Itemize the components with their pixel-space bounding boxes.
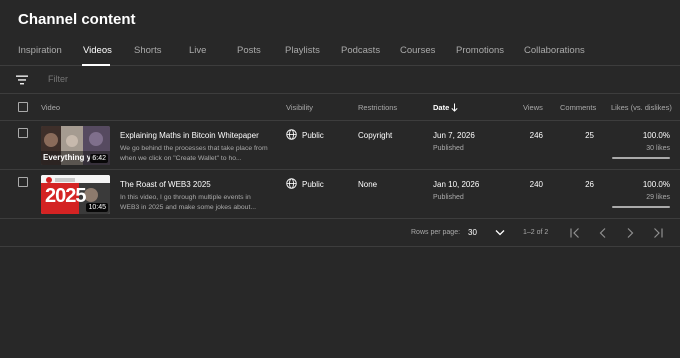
select-all-checkbox[interactable] bbox=[18, 102, 28, 112]
sort-arrow-down-icon[interactable] bbox=[451, 103, 458, 112]
column-comments[interactable]: Comments bbox=[560, 103, 596, 112]
column-views[interactable]: Views bbox=[523, 103, 543, 112]
restrictions-value[interactable]: Copyright bbox=[358, 131, 392, 140]
column-visibility[interactable]: Visibility bbox=[286, 103, 313, 112]
tab-shorts[interactable]: Shorts bbox=[134, 45, 161, 56]
globe-icon bbox=[286, 129, 297, 140]
comments-value: 26 bbox=[585, 180, 594, 189]
likes-percent: 100.0% bbox=[642, 131, 670, 140]
pagination: Rows per page: 30 1–2 of 2 bbox=[0, 219, 680, 247]
tab-inspiration[interactable]: Inspiration bbox=[18, 45, 62, 56]
status-value: Published bbox=[433, 145, 464, 152]
likes-count: 30 likes bbox=[646, 145, 670, 152]
filter-input[interactable] bbox=[48, 74, 248, 84]
thumbnail-caption: 2025 bbox=[45, 185, 86, 207]
page-range: 1–2 of 2 bbox=[523, 229, 549, 236]
rows-per-page-label: Rows per page: bbox=[411, 229, 461, 236]
restrictions-value: None bbox=[358, 180, 378, 189]
tab-live[interactable]: Live bbox=[189, 45, 206, 56]
date-value: Jun 7, 2026 bbox=[433, 131, 475, 140]
rows-per-page-value[interactable]: 30 bbox=[468, 228, 477, 237]
column-date[interactable]: Date bbox=[433, 103, 449, 112]
tab-collaborations[interactable]: Collaborations bbox=[524, 45, 585, 56]
likes-count: 29 likes bbox=[646, 194, 670, 201]
row-checkbox[interactable] bbox=[18, 128, 28, 138]
globe-icon bbox=[286, 178, 297, 189]
video-title[interactable]: Explaining Maths in Bitcoin Whitepaper bbox=[120, 131, 259, 140]
previous-page-icon[interactable] bbox=[596, 226, 610, 240]
video-title[interactable]: The Roast of WEB3 2025 bbox=[120, 180, 211, 189]
video-thumbnail[interactable]: 2025 10:45 bbox=[41, 175, 110, 214]
comments-value: 25 bbox=[585, 131, 594, 140]
tab-courses[interactable]: Courses bbox=[400, 45, 435, 56]
row-checkbox[interactable] bbox=[18, 177, 28, 187]
visibility-value[interactable]: Public bbox=[302, 180, 324, 189]
video-duration: 6:42 bbox=[90, 154, 108, 163]
column-likes[interactable]: Likes (vs. dislikes) bbox=[611, 103, 672, 112]
next-page-icon[interactable] bbox=[623, 226, 637, 240]
filter-icon[interactable] bbox=[16, 75, 28, 85]
filter-bar bbox=[0, 66, 680, 94]
page-title: Channel content bbox=[18, 11, 136, 28]
video-description: We go behind the processes that take pla… bbox=[120, 145, 268, 162]
table-header: Video Visibility Restrictions Date Views… bbox=[0, 94, 680, 121]
video-description: In this video, I go through multiple eve… bbox=[120, 194, 257, 211]
column-restrictions[interactable]: Restrictions bbox=[358, 103, 397, 112]
table-row[interactable]: 2025 10:45 The Roast of WEB3 2025 In thi… bbox=[0, 170, 680, 219]
video-thumbnail[interactable]: Everything you 6:42 bbox=[41, 126, 110, 165]
views-value: 246 bbox=[529, 131, 543, 140]
likes-percent: 100.0% bbox=[642, 180, 670, 189]
first-page-icon[interactable] bbox=[568, 226, 582, 240]
likes-ratio-bar bbox=[612, 206, 670, 208]
video-duration: 10:45 bbox=[86, 203, 108, 212]
views-value: 240 bbox=[529, 180, 543, 189]
status-value: Published bbox=[433, 194, 464, 201]
likes-ratio-bar bbox=[612, 157, 670, 159]
tab-bar: Inspiration Videos Shorts Live Posts Pla… bbox=[0, 38, 680, 66]
chevron-down-icon[interactable] bbox=[495, 229, 505, 236]
date-value: Jan 10, 2026 bbox=[433, 180, 480, 189]
visibility-value[interactable]: Public bbox=[302, 131, 324, 140]
column-video: Video bbox=[41, 103, 61, 112]
tab-posts[interactable]: Posts bbox=[237, 45, 261, 56]
tab-promotions[interactable]: Promotions bbox=[456, 45, 504, 56]
tab-playlists[interactable]: Playlists bbox=[285, 45, 320, 56]
table-row[interactable]: Everything you 6:42 Explaining Maths in … bbox=[0, 121, 680, 170]
tab-podcasts[interactable]: Podcasts bbox=[341, 45, 380, 56]
tab-videos[interactable]: Videos bbox=[83, 45, 112, 56]
last-page-icon[interactable] bbox=[651, 226, 665, 240]
